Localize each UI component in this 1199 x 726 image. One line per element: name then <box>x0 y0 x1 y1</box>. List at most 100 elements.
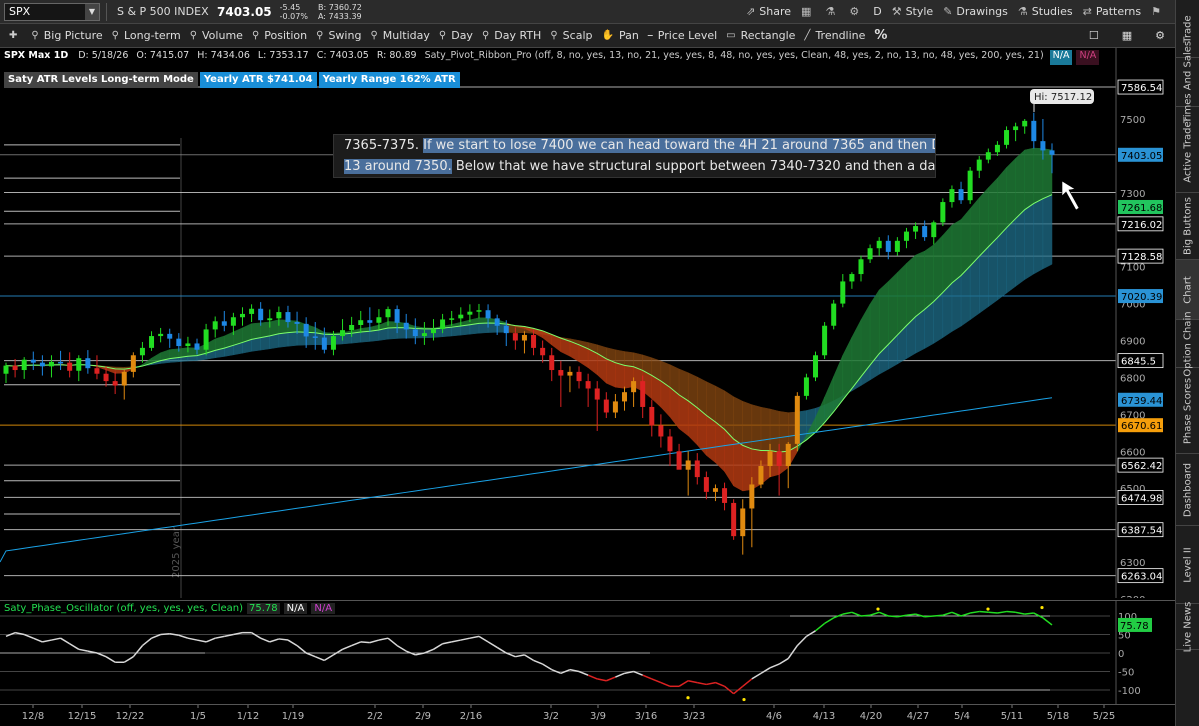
toolbar--[interactable]: % <box>874 28 887 43</box>
studies-button[interactable]: ⚗ Studies <box>1018 5 1073 18</box>
candle-body <box>376 317 382 323</box>
side-tab-live-news[interactable]: Live News <box>1176 601 1199 652</box>
date-label: 3/2 <box>543 711 559 722</box>
candle-body <box>503 325 509 334</box>
oscillator-segment <box>860 614 871 617</box>
gear-icon-button[interactable]: ⚙ <box>849 5 863 18</box>
side-tab-big-buttons[interactable]: Big Buttons <box>1176 193 1199 260</box>
flexible-grid-icon: ⚲ <box>550 30 558 41</box>
signal-dot <box>686 696 690 700</box>
flexible-grid-icon: ⚲ <box>111 30 119 41</box>
chevron-down-icon[interactable]: ▼ <box>85 3 99 20</box>
annotation-note[interactable]: 7365-7375. If we start to lose 7400 we c… <box>333 134 936 178</box>
toolbar-multiday[interactable]: ⚲ Multiday <box>370 29 429 42</box>
candle-body <box>103 373 109 382</box>
chart-info-line: SPX Max 1D D: 5/18/26 O: 7415.07 H: 7434… <box>0 50 1116 65</box>
candle-body <box>321 337 327 350</box>
candle-body <box>330 336 336 350</box>
oscillator-value: 75.78 <box>247 603 280 614</box>
side-tab-level-ii[interactable]: Level II <box>1176 526 1199 604</box>
candle-body <box>849 274 855 282</box>
gear-icon: ⚙ <box>849 5 860 18</box>
candle-body <box>667 436 673 452</box>
fast-cloud <box>615 362 625 389</box>
toolbar-pan[interactable]: ✋ Pan <box>601 29 638 42</box>
candle-body <box>521 334 527 341</box>
slow-cloud <box>969 255 980 321</box>
side-tab-times-and-sales[interactable]: Times And Sales <box>1176 41 1199 123</box>
candle <box>822 322 828 359</box>
style-button[interactable]: ⚒ Style <box>892 5 934 18</box>
chart-toolbar: ✚ ⚲ Big Picture ⚲ Long-term ⚲ Volume ⚲ Position ⚲… <box>0 24 1175 48</box>
candle-body <box>822 325 828 356</box>
flask-icon-button[interactable]: ⚗ <box>825 5 839 18</box>
single-chart-icon[interactable]: ☐ <box>1089 29 1099 42</box>
share-button[interactable]: ⇗ Share <box>746 5 791 18</box>
toolbar-label: Multiday <box>382 29 430 42</box>
side-tab-phase-scores[interactable]: Phase Scores <box>1176 368 1199 454</box>
oscillator-tick: -50 <box>1118 668 1134 679</box>
drawings-button[interactable]: ✎ Drawings <box>943 5 1008 18</box>
grid-icon-button[interactable]: ▦ <box>801 5 815 18</box>
candle-body <box>3 365 9 374</box>
symbol-input[interactable]: SPX ▼ <box>4 2 100 21</box>
toolbar-long-term[interactable]: ⚲ Long-term <box>112 29 181 42</box>
button-label: Share <box>759 5 792 18</box>
price-chart[interactable]: 2025 year7500730071007000690068006700660… <box>0 48 1175 598</box>
candle-body <box>558 370 564 376</box>
flag-icon-button[interactable]: ⚑ <box>1151 5 1165 18</box>
toolbar-day-rth[interactable]: ⚲ Day RTH <box>482 29 541 42</box>
settings-gear-icon[interactable]: ⚙ <box>1155 29 1165 42</box>
fast-cloud <box>260 321 271 338</box>
bar-close: C: 7403.05 <box>316 50 369 61</box>
oscillator-tick: -100 <box>1118 686 1141 697</box>
candle-body <box>76 358 82 371</box>
patterns-button[interactable]: ⇄ Patterns <box>1083 5 1142 18</box>
note-highlight: If we start to lose 7400 we can head tow… <box>423 138 935 153</box>
candle-body <box>1022 120 1028 127</box>
slow-cloud <box>478 322 489 334</box>
candle-body <box>1040 141 1046 151</box>
price-badge: 7403.05 <box>1118 147 1163 162</box>
side-tab-active-trader[interactable]: Active Trader <box>1176 107 1199 193</box>
side-tab-option-chain[interactable]: Option Chain <box>1176 311 1199 376</box>
d-button[interactable]: D <box>873 5 881 18</box>
toolbar-rectangle[interactable]: ▭ Rectangle <box>726 29 795 42</box>
toolbar-big-picture[interactable]: ⚲ Big Picture <box>31 29 102 42</box>
high-label: Hi: 7517.12 <box>1034 92 1092 103</box>
toolbar-scalp[interactable]: ⚲ Scalp <box>550 29 592 42</box>
toolbar-pin[interactable]: ✚ <box>9 30 22 41</box>
price-badge: 7261.68 <box>1118 199 1163 214</box>
price-tick: 7100 <box>1120 263 1145 274</box>
side-tab-dashboard[interactable]: Dashboard <box>1176 454 1199 526</box>
candle-body <box>340 330 346 337</box>
side-tab-label: Big Buttons <box>1182 197 1194 255</box>
toolbar-trendline[interactable]: ╱ Trendline <box>804 29 865 42</box>
date-label: 12/15 <box>68 711 97 722</box>
slow-cloud <box>387 327 398 340</box>
price-badge: 6387.54 <box>1117 522 1164 538</box>
toolbar-volume[interactable]: ⚲ Volume <box>190 29 243 42</box>
candle-body <box>649 406 655 426</box>
toolbar-day[interactable]: ⚲ Day <box>439 29 473 42</box>
toolbar-position[interactable]: ⚲ Position <box>252 29 307 42</box>
flask-icon: ⚗ <box>825 5 836 18</box>
toolbar-price-level[interactable]: ⎯ Price Level <box>648 29 717 42</box>
fast-cloud <box>733 438 743 492</box>
bar-date: D: 5/18/26 <box>78 50 129 61</box>
candle <box>794 392 800 452</box>
date-label: 5/11 <box>1001 711 1023 722</box>
study-label[interactable]: Saty_Pivot_Ribbon_Pro (off, 8, no, yes, … <box>425 50 1044 65</box>
grid-layout-icon[interactable]: ▦ <box>1122 29 1132 42</box>
phase-oscillator-chart[interactable]: 100500-50-10075.78 <box>0 600 1175 704</box>
candle <box>803 373 809 400</box>
toolbar-label: Trendline <box>815 29 866 42</box>
candle-body <box>367 320 373 323</box>
candle-body <box>158 333 164 337</box>
price-badge-text: 6670.61 <box>1121 421 1162 432</box>
candle-body <box>303 323 309 337</box>
candle <box>967 166 973 204</box>
slow-cloud <box>951 274 962 332</box>
toolbar-swing[interactable]: ⚲ Swing <box>316 29 361 42</box>
fast-cloud <box>1042 148 1053 200</box>
